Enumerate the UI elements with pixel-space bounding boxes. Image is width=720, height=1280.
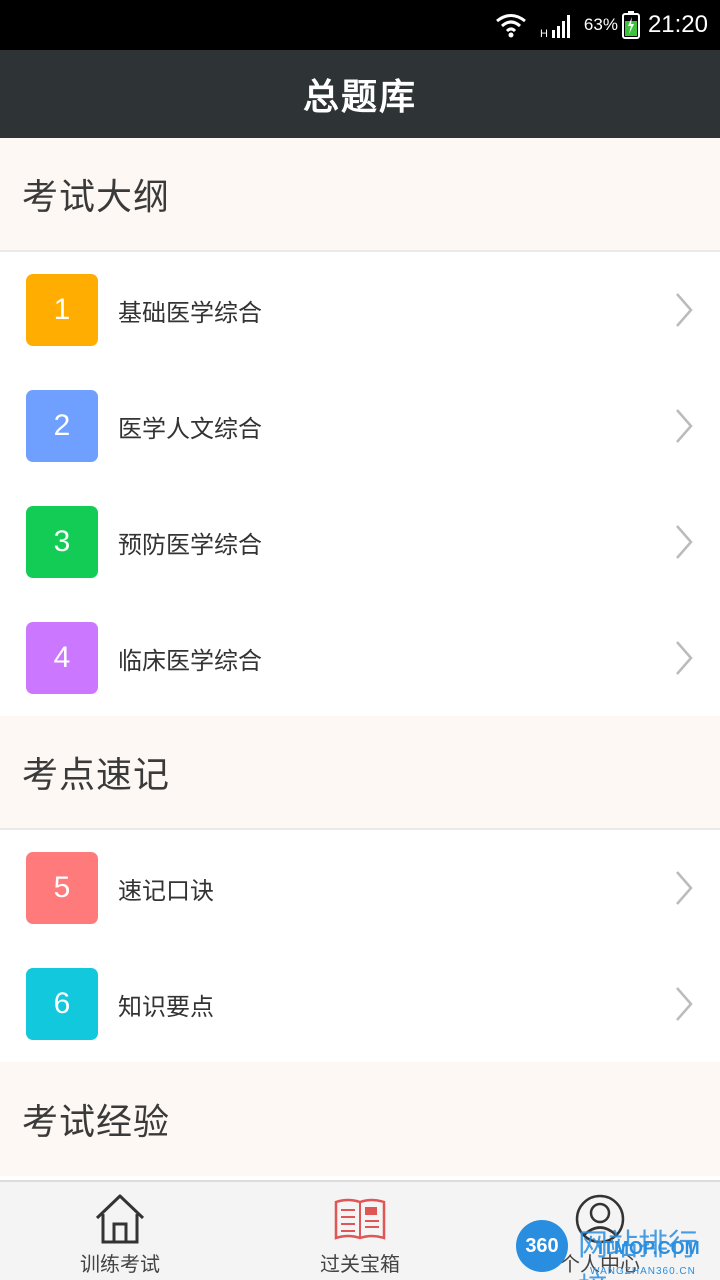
list-item-key-points[interactable]: 6 知识要点 — [0, 946, 720, 1062]
section-title: 考点速记 — [22, 755, 171, 796]
list-item-preventive-medicine[interactable]: 3 预防医学综合 — [0, 484, 720, 600]
battery-charging-icon — [621, 11, 640, 39]
cellular-signal-icon: H — [540, 15, 570, 38]
chevron-right-icon — [676, 409, 693, 443]
chevron-right-icon — [676, 871, 693, 905]
chevron-right-icon — [676, 987, 693, 1021]
list-item-clinical-medicine[interactable]: 4 临床医学综合 — [0, 600, 720, 716]
clock: 21:20 — [647, 11, 708, 38]
number-badge: 5 — [26, 852, 98, 924]
chevron-right-icon — [676, 293, 693, 327]
section-header-exam-experience: 考试经验 — [0, 1062, 720, 1176]
status-bar: H 63% 21:20 — [0, 0, 720, 50]
section-header-quick-notes: 考点速记 — [0, 716, 720, 830]
chevron-right-icon — [676, 525, 693, 559]
list-item-basic-medicine[interactable]: 1 基础医学综合 — [0, 252, 720, 368]
watermark-url: WANGZHAN360.CN — [590, 1266, 696, 1277]
number-badge: 2 — [26, 390, 98, 462]
list-item-label: 速记口诀 — [118, 876, 214, 905]
number-badge: 6 — [26, 968, 98, 1040]
app-bar: 总题库 — [0, 50, 720, 138]
watermark-badge: 360 — [516, 1220, 568, 1272]
battery-percent: 63% — [583, 15, 618, 34]
list-item-label: 临床医学综合 — [118, 646, 262, 675]
watermark-brand: ITMOP.COM — [598, 1238, 700, 1258]
svg-text:H: H — [540, 28, 548, 38]
list-item-mnemonics[interactable]: 5 速记口诀 — [0, 830, 720, 946]
tab-pass-treasure[interactable]: 过关宝箱 — [240, 1182, 480, 1280]
section-title: 考试大纲 — [22, 177, 171, 218]
tab-training-exam[interactable]: 训练考试 — [0, 1182, 240, 1280]
book-icon — [334, 1198, 386, 1240]
question-bank-list[interactable]: 考试大纲 1 基础医学综合 2 医学人文综合 3 预防医学综合 4 临床医学综合… — [0, 138, 720, 1180]
page-title: 总题库 — [302, 77, 417, 118]
home-icon — [95, 1194, 145, 1244]
list-item-label: 医学人文综合 — [118, 414, 262, 443]
section-header-syllabus: 考试大纲 — [0, 138, 720, 252]
tab-label: 过关宝箱 — [320, 1252, 400, 1276]
tab-label: 训练考试 — [80, 1252, 160, 1276]
section-title: 考试经验 — [22, 1102, 171, 1143]
chevron-right-icon — [676, 641, 693, 675]
number-badge: 1 — [26, 274, 98, 346]
wifi-icon — [495, 14, 526, 38]
list-item-label: 知识要点 — [118, 992, 214, 1021]
list-item-label: 基础医学综合 — [118, 298, 262, 327]
number-badge: 3 — [26, 506, 98, 578]
number-badge: 4 — [26, 622, 98, 694]
watermark: 360 网站排行榜 ITMOP.COM WANGZHAN360.CN — [508, 1214, 720, 1280]
list-item-label: 预防医学综合 — [118, 530, 262, 559]
list-item-medical-humanities[interactable]: 2 医学人文综合 — [0, 368, 720, 484]
